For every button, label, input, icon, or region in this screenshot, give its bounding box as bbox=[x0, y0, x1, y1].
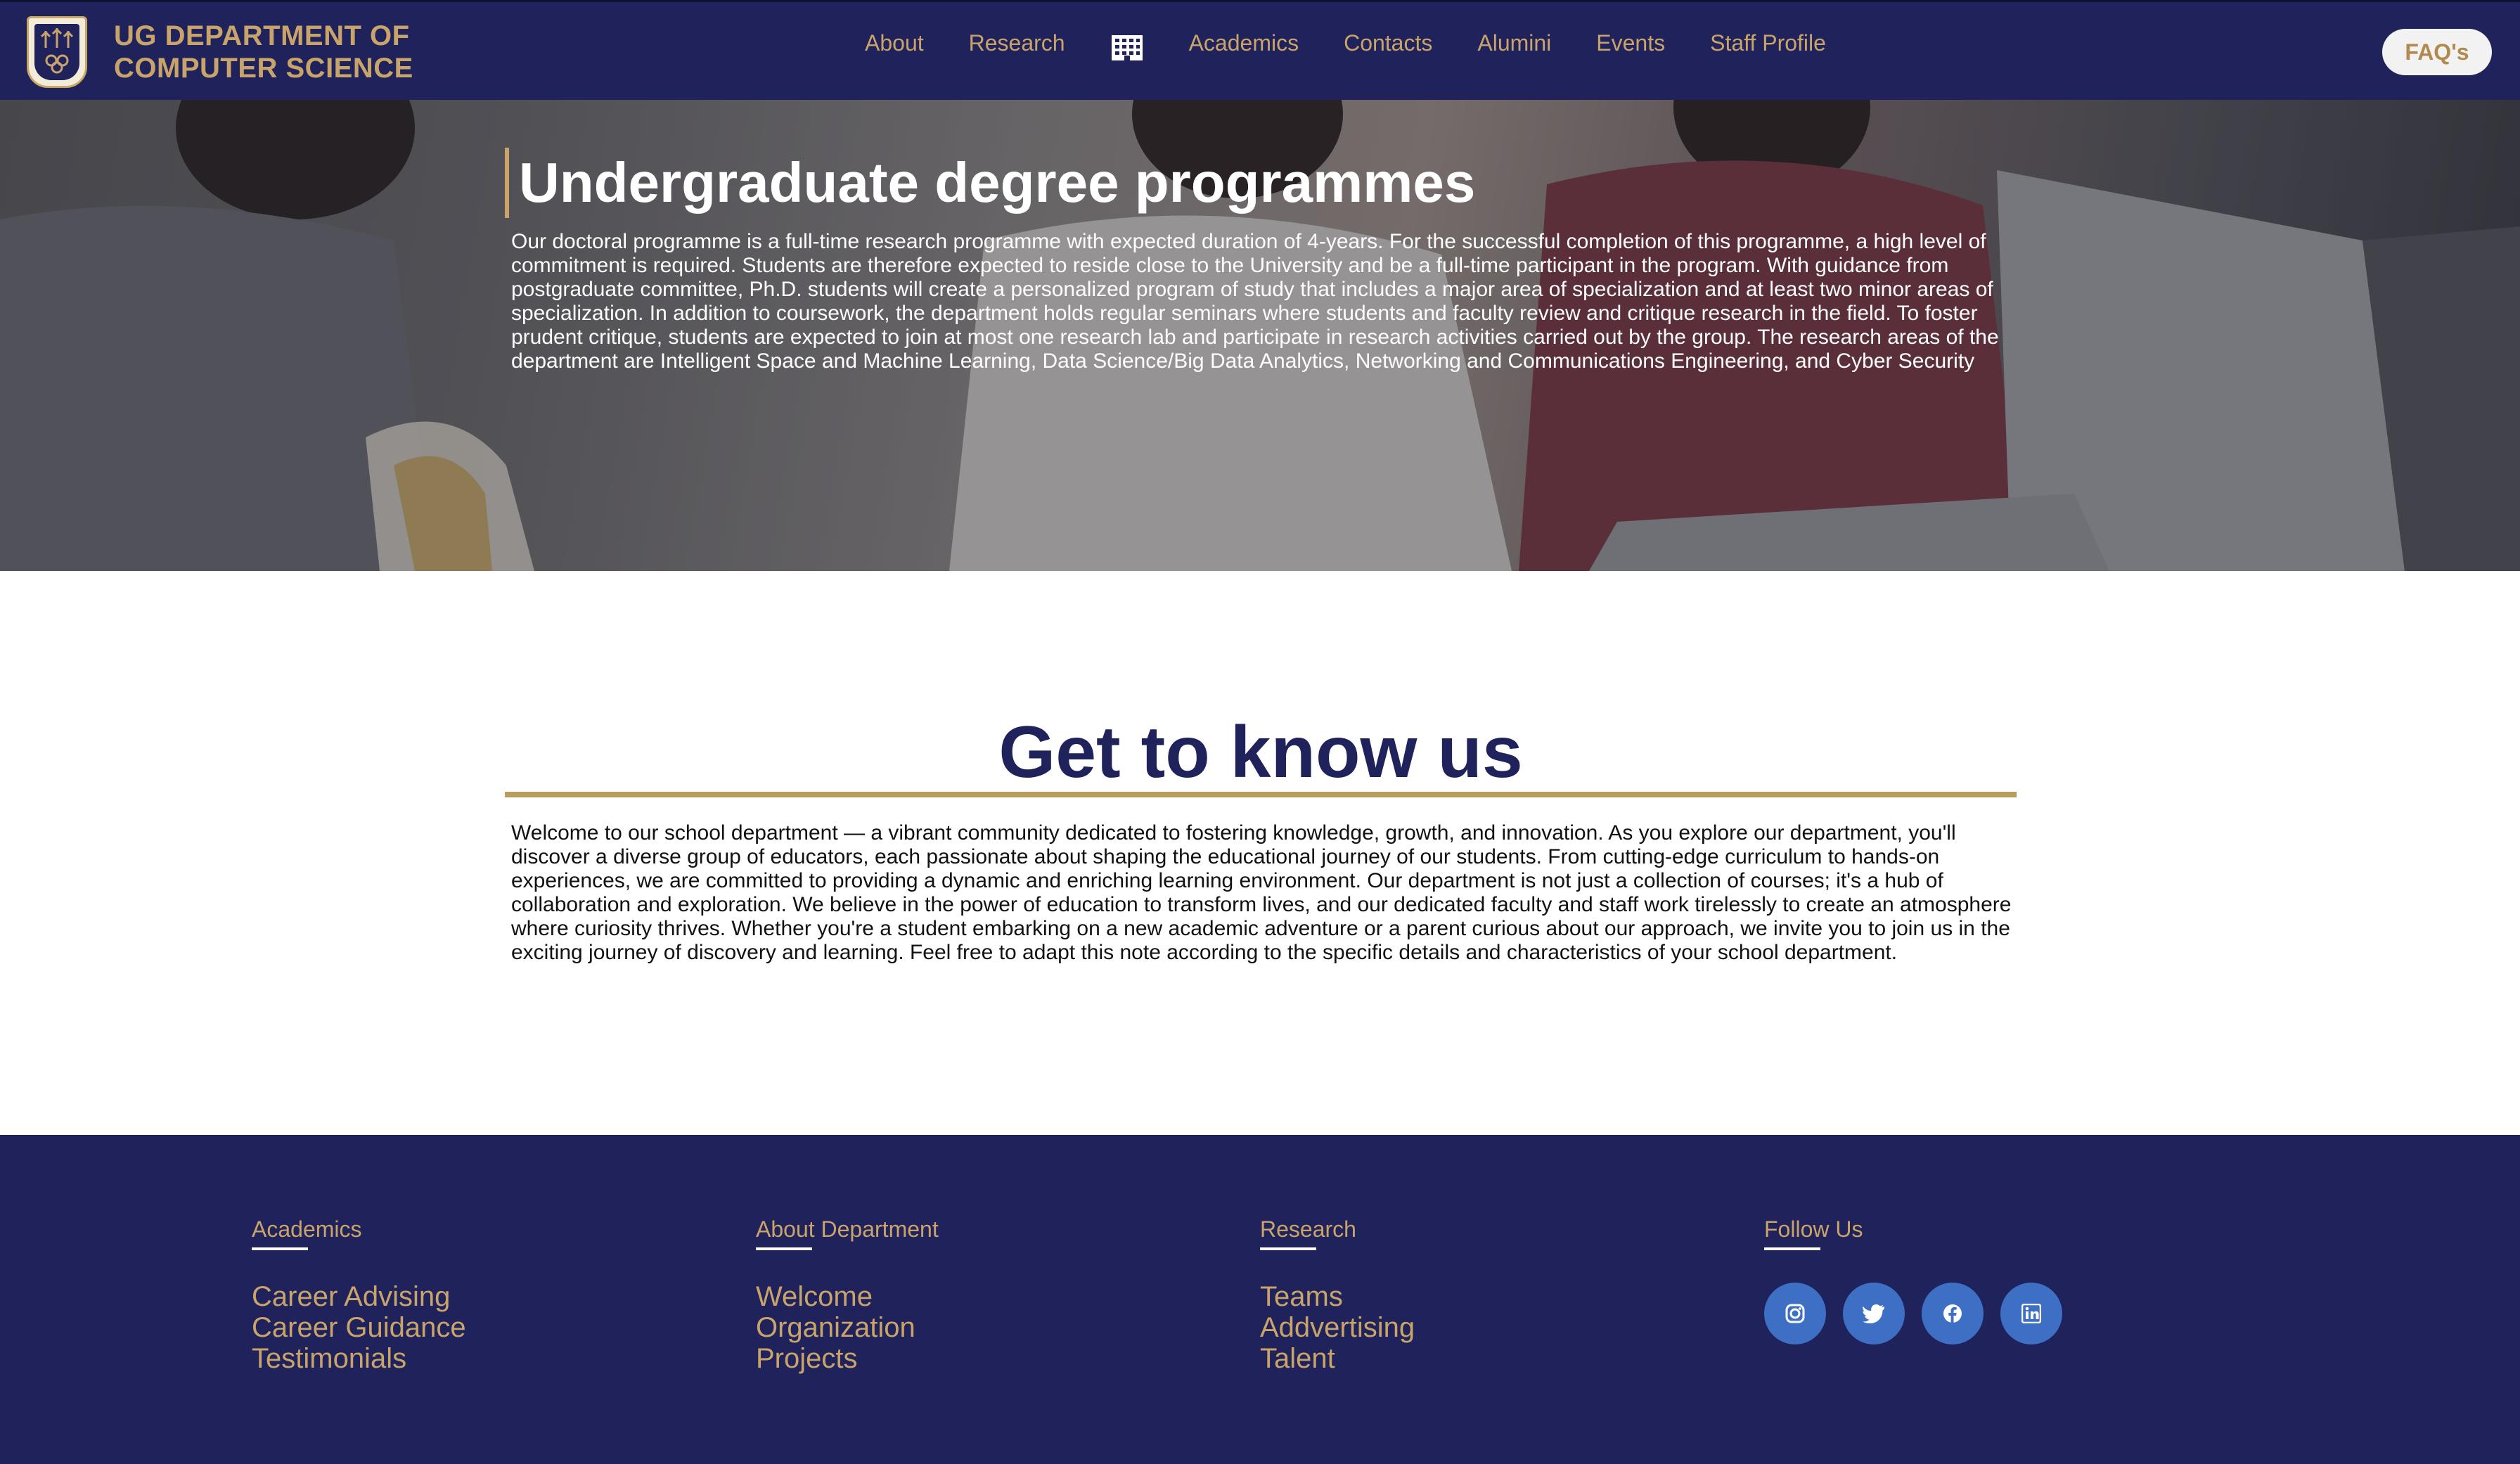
main-nav: About Research Academics Contacts Alumin… bbox=[865, 23, 1871, 63]
nav-events[interactable]: Events bbox=[1596, 30, 1665, 56]
footer-research-column: Research Teams Addvertising Talent bbox=[1260, 1215, 1415, 1374]
footer-heading-underline bbox=[1260, 1247, 1316, 1250]
footer-heading-underline bbox=[252, 1247, 308, 1250]
about-description: Welcome to our school department — a vib… bbox=[511, 821, 2012, 964]
footer-link-career-advising[interactable]: Career Advising bbox=[252, 1281, 466, 1312]
about-title: Get to know us bbox=[998, 712, 1523, 793]
footer-link-addvertising[interactable]: Addvertising bbox=[1260, 1312, 1415, 1343]
twitter-icon[interactable] bbox=[1843, 1283, 1905, 1344]
footer-academics-heading: Academics bbox=[252, 1216, 362, 1242]
footer-link-talent[interactable]: Talent bbox=[1260, 1343, 1415, 1374]
top-navbar: UG DEPARTMENT OF COMPUTER SCIENCE About … bbox=[0, 0, 2520, 100]
site-footer: Academics Career Advising Career Guidanc… bbox=[0, 1135, 2520, 1464]
hero-description: Our doctoral programme is a full-time re… bbox=[511, 230, 1999, 373]
hero-banner: Undergraduate degree programmes Our doct… bbox=[0, 100, 2520, 571]
footer-link-testimonials[interactable]: Testimonials bbox=[252, 1343, 466, 1374]
footer-heading-underline bbox=[756, 1247, 812, 1250]
nav-alumini[interactable]: Alumini bbox=[1477, 30, 1551, 56]
university-crest-logo bbox=[27, 16, 87, 88]
nav-about[interactable]: About bbox=[865, 30, 924, 56]
facebook-icon[interactable] bbox=[1922, 1283, 1984, 1344]
nav-research[interactable]: Research bbox=[969, 30, 1065, 56]
footer-research-heading: Research bbox=[1260, 1216, 1356, 1242]
footer-about-column: About Department Welcome Organization Pr… bbox=[756, 1215, 939, 1374]
footer-follow-column: Follow Us bbox=[1764, 1215, 2079, 1344]
footer-link-career-guidance[interactable]: Career Guidance bbox=[252, 1312, 466, 1343]
linkedin-icon[interactable] bbox=[2000, 1283, 2062, 1344]
footer-link-teams[interactable]: Teams bbox=[1260, 1281, 1415, 1312]
department-brand[interactable]: UG DEPARTMENT OF COMPUTER SCIENCE bbox=[114, 20, 413, 84]
footer-about-heading: About Department bbox=[756, 1216, 939, 1242]
footer-academics-column: Academics Career Advising Career Guidanc… bbox=[252, 1215, 466, 1374]
social-links bbox=[1764, 1283, 2079, 1344]
building-icon[interactable] bbox=[1110, 34, 1144, 62]
footer-link-projects[interactable]: Projects bbox=[756, 1343, 939, 1374]
nav-staff-profile[interactable]: Staff Profile bbox=[1710, 30, 1826, 56]
footer-link-organization[interactable]: Organization bbox=[756, 1312, 939, 1343]
footer-heading-underline bbox=[1764, 1247, 1820, 1250]
nav-contacts[interactable]: Contacts bbox=[1344, 30, 1432, 56]
logo-link[interactable]: UG DEPARTMENT OF COMPUTER SCIENCE bbox=[27, 16, 413, 88]
nav-academics[interactable]: Academics bbox=[1189, 30, 1299, 56]
instagram-icon[interactable] bbox=[1764, 1283, 1826, 1344]
brand-line-1: UG DEPARTMENT OF bbox=[114, 20, 410, 51]
brand-line-2: COMPUTER SCIENCE bbox=[114, 53, 413, 84]
hero-title: Undergraduate degree programmes bbox=[505, 148, 1475, 218]
footer-link-welcome[interactable]: Welcome bbox=[756, 1281, 939, 1312]
about-divider bbox=[505, 792, 2017, 797]
footer-follow-heading: Follow Us bbox=[1764, 1216, 1863, 1242]
faq-button[interactable]: FAQ's bbox=[2382, 29, 2492, 75]
